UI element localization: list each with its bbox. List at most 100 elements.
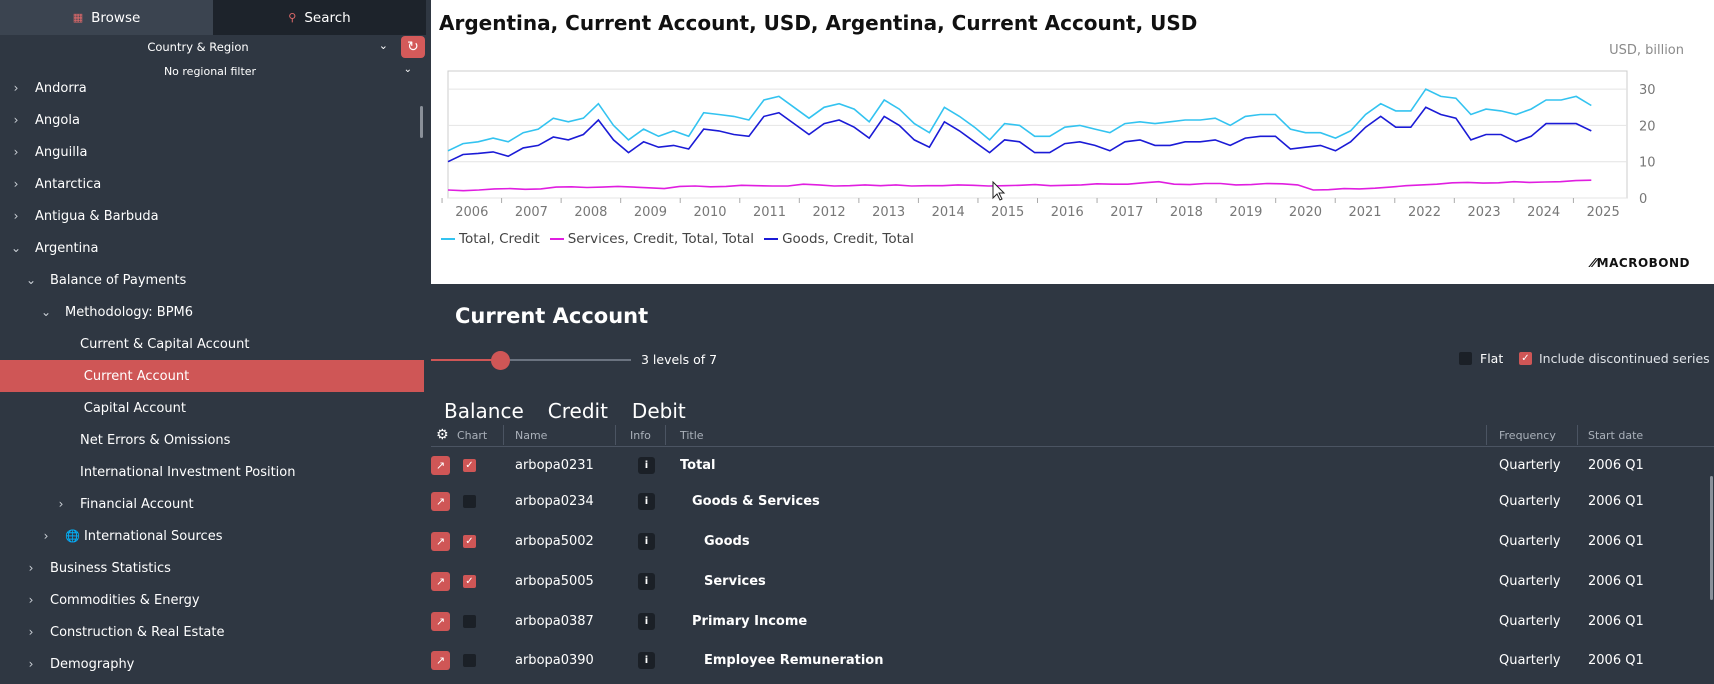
info-button[interactable]: i (638, 603, 655, 639)
tree-item[interactable]: › Commodities & Energy (0, 584, 424, 616)
row-checkbox[interactable] (463, 603, 476, 639)
checkmark-icon[interactable]: ✓ (1519, 352, 1532, 365)
chart-toggle-button[interactable]: ↗ (431, 483, 450, 519)
tree-item[interactable]: › 🌐 International Sources (0, 520, 424, 552)
tree-item[interactable]: › Financial Account (0, 488, 424, 520)
checkbox-box[interactable]: ✓ (463, 574, 476, 588)
header-chart[interactable]: Chart (457, 423, 487, 447)
info-button[interactable]: i (638, 447, 655, 483)
refresh-button[interactable]: ↻ (401, 36, 425, 58)
tree-item[interactable]: ⌄ Balance of Payments (0, 264, 424, 296)
tab-credit[interactable]: Credit (548, 399, 608, 423)
chevron-right-icon[interactable]: › (23, 593, 39, 607)
series-name[interactable]: arbopa0390 (515, 642, 594, 678)
table-row[interactable]: ↗ arbopa0387 i Primary Income Quarterly 2006 … (431, 603, 1714, 639)
chevron-right-icon[interactable]: › (23, 657, 39, 671)
tree-item[interactable]: Current Account (0, 360, 424, 392)
checkbox-box[interactable]: ✓ (463, 458, 476, 472)
tree-item[interactable]: › Angola (0, 104, 424, 136)
tree-item[interactable]: › Andorra (0, 72, 424, 104)
info-button[interactable]: i (638, 483, 655, 519)
chevron-right-icon[interactable]: › (38, 529, 54, 543)
tree-item[interactable]: › Anguilla (0, 136, 424, 168)
trend-icon[interactable]: ↗ (431, 455, 450, 475)
level-slider[interactable] (431, 351, 631, 370)
chevron-right-icon[interactable]: › (8, 145, 24, 159)
info-icon[interactable]: i (638, 492, 655, 510)
chevron-right-icon[interactable]: › (8, 177, 24, 191)
chevron-right-icon[interactable]: › (8, 81, 24, 95)
chevron-right-icon[interactable]: › (53, 497, 69, 511)
header-frequency[interactable]: Frequency (1499, 423, 1556, 447)
info-icon[interactable]: i (638, 651, 655, 669)
tree-item[interactable]: › Antarctica (0, 168, 424, 200)
tree-item[interactable]: Capital Account (0, 392, 424, 424)
header-start-date[interactable]: Start date (1588, 423, 1643, 447)
table-row[interactable]: ↗ arbopa0390 i Employee Remuneration Quarter… (431, 642, 1714, 678)
tree-item[interactable]: › Business Statistics (0, 552, 424, 584)
chart-toggle-button[interactable]: ↗ (431, 603, 450, 639)
tab-browse[interactable]: ▦ Browse (0, 0, 213, 35)
tab-search[interactable]: ⚲ Search (213, 0, 426, 35)
chevron-right-icon[interactable]: › (23, 625, 39, 639)
row-checkbox[interactable]: ✓ (463, 563, 476, 599)
chevron-right-icon[interactable]: › (8, 209, 24, 223)
info-icon[interactable]: i (638, 532, 655, 550)
chevron-down-icon[interactable]: ⌄ (38, 305, 54, 319)
chevron-down-icon[interactable]: ⌄ (8, 241, 24, 255)
table-row[interactable]: ↗ arbopa0234 i Goods & Services Quarterly 200… (431, 483, 1714, 519)
trend-icon[interactable]: ↗ (431, 491, 450, 511)
series-name[interactable]: arbopa5002 (515, 523, 594, 559)
include-discontinued-checkbox[interactable]: ✓ Include discontinued series (1519, 351, 1710, 366)
sidebar-scrollbar[interactable] (420, 106, 423, 138)
row-checkbox[interactable]: ✓ (463, 523, 476, 559)
info-icon[interactable]: i (638, 572, 655, 590)
checkbox-box[interactable] (463, 614, 476, 628)
tree-item[interactable]: Current & Capital Account (0, 328, 424, 360)
trend-icon[interactable]: ↗ (431, 650, 450, 670)
flat-checkbox-box[interactable] (1459, 352, 1472, 365)
checkbox-box[interactable] (463, 494, 476, 508)
tab-balance[interactable]: Balance (444, 399, 524, 423)
tree-item[interactable]: › Construction & Real Estate (0, 616, 424, 648)
series-name[interactable]: arbopa5005 (515, 563, 594, 599)
chevron-right-icon[interactable]: › (8, 113, 24, 127)
chart-toggle-button[interactable]: ↗ (431, 523, 450, 559)
info-button[interactable]: i (638, 563, 655, 599)
row-checkbox[interactable] (463, 642, 476, 678)
slider-handle[interactable] (491, 351, 510, 370)
trend-icon[interactable]: ↗ (431, 611, 450, 631)
tab-debit[interactable]: Debit (632, 399, 686, 423)
settings-icon[interactable]: ⚙ (436, 423, 449, 447)
chevron-down-icon[interactable]: ⌄ (23, 273, 39, 287)
tree-item[interactable]: Net Errors & Omissions (0, 424, 424, 456)
tree-item[interactable]: ⌄ Argentina (0, 232, 424, 264)
series-name[interactable]: arbopa0387 (515, 603, 594, 639)
info-icon[interactable]: i (638, 612, 655, 630)
header-name[interactable]: Name (515, 423, 547, 447)
chart-toggle-button[interactable]: ↗ (431, 642, 450, 678)
trend-icon[interactable]: ↗ (431, 571, 450, 591)
tree-item[interactable]: › Demography (0, 648, 424, 680)
series-name[interactable]: arbopa0231 (515, 447, 594, 483)
header-title[interactable]: Title (680, 423, 704, 447)
chart-toggle-button[interactable]: ↗ (431, 447, 450, 483)
checkbox-box[interactable]: ✓ (463, 534, 476, 548)
info-icon[interactable]: i (638, 456, 655, 474)
table-row[interactable]: ↗ ✓ arbopa5005 i Services Quarterly 2006 Q1 (431, 563, 1714, 599)
flat-checkbox[interactable]: Flat (1459, 351, 1503, 366)
chevron-right-icon[interactable]: › (23, 561, 39, 575)
checkbox-box[interactable] (463, 653, 476, 667)
chart-toggle-button[interactable]: ↗ (431, 563, 450, 599)
tree-item[interactable]: International Investment Position (0, 456, 424, 488)
table-row[interactable]: ↗ ✓ arbopa0231 i Total Quarterly 2006 Q1 (431, 447, 1714, 483)
table-scrollbar[interactable] (1710, 476, 1713, 600)
series-name[interactable]: arbopa0234 (515, 483, 594, 519)
region-select[interactable]: Country & Region ⌄ (0, 36, 396, 58)
table-row[interactable]: ↗ ✓ arbopa5002 i Goods Quarterly 2006 Q1 (431, 523, 1714, 559)
row-checkbox[interactable]: ✓ (463, 447, 476, 483)
info-button[interactable]: i (638, 642, 655, 678)
header-info[interactable]: Info (630, 423, 651, 447)
row-checkbox[interactable] (463, 483, 476, 519)
info-button[interactable]: i (638, 523, 655, 559)
